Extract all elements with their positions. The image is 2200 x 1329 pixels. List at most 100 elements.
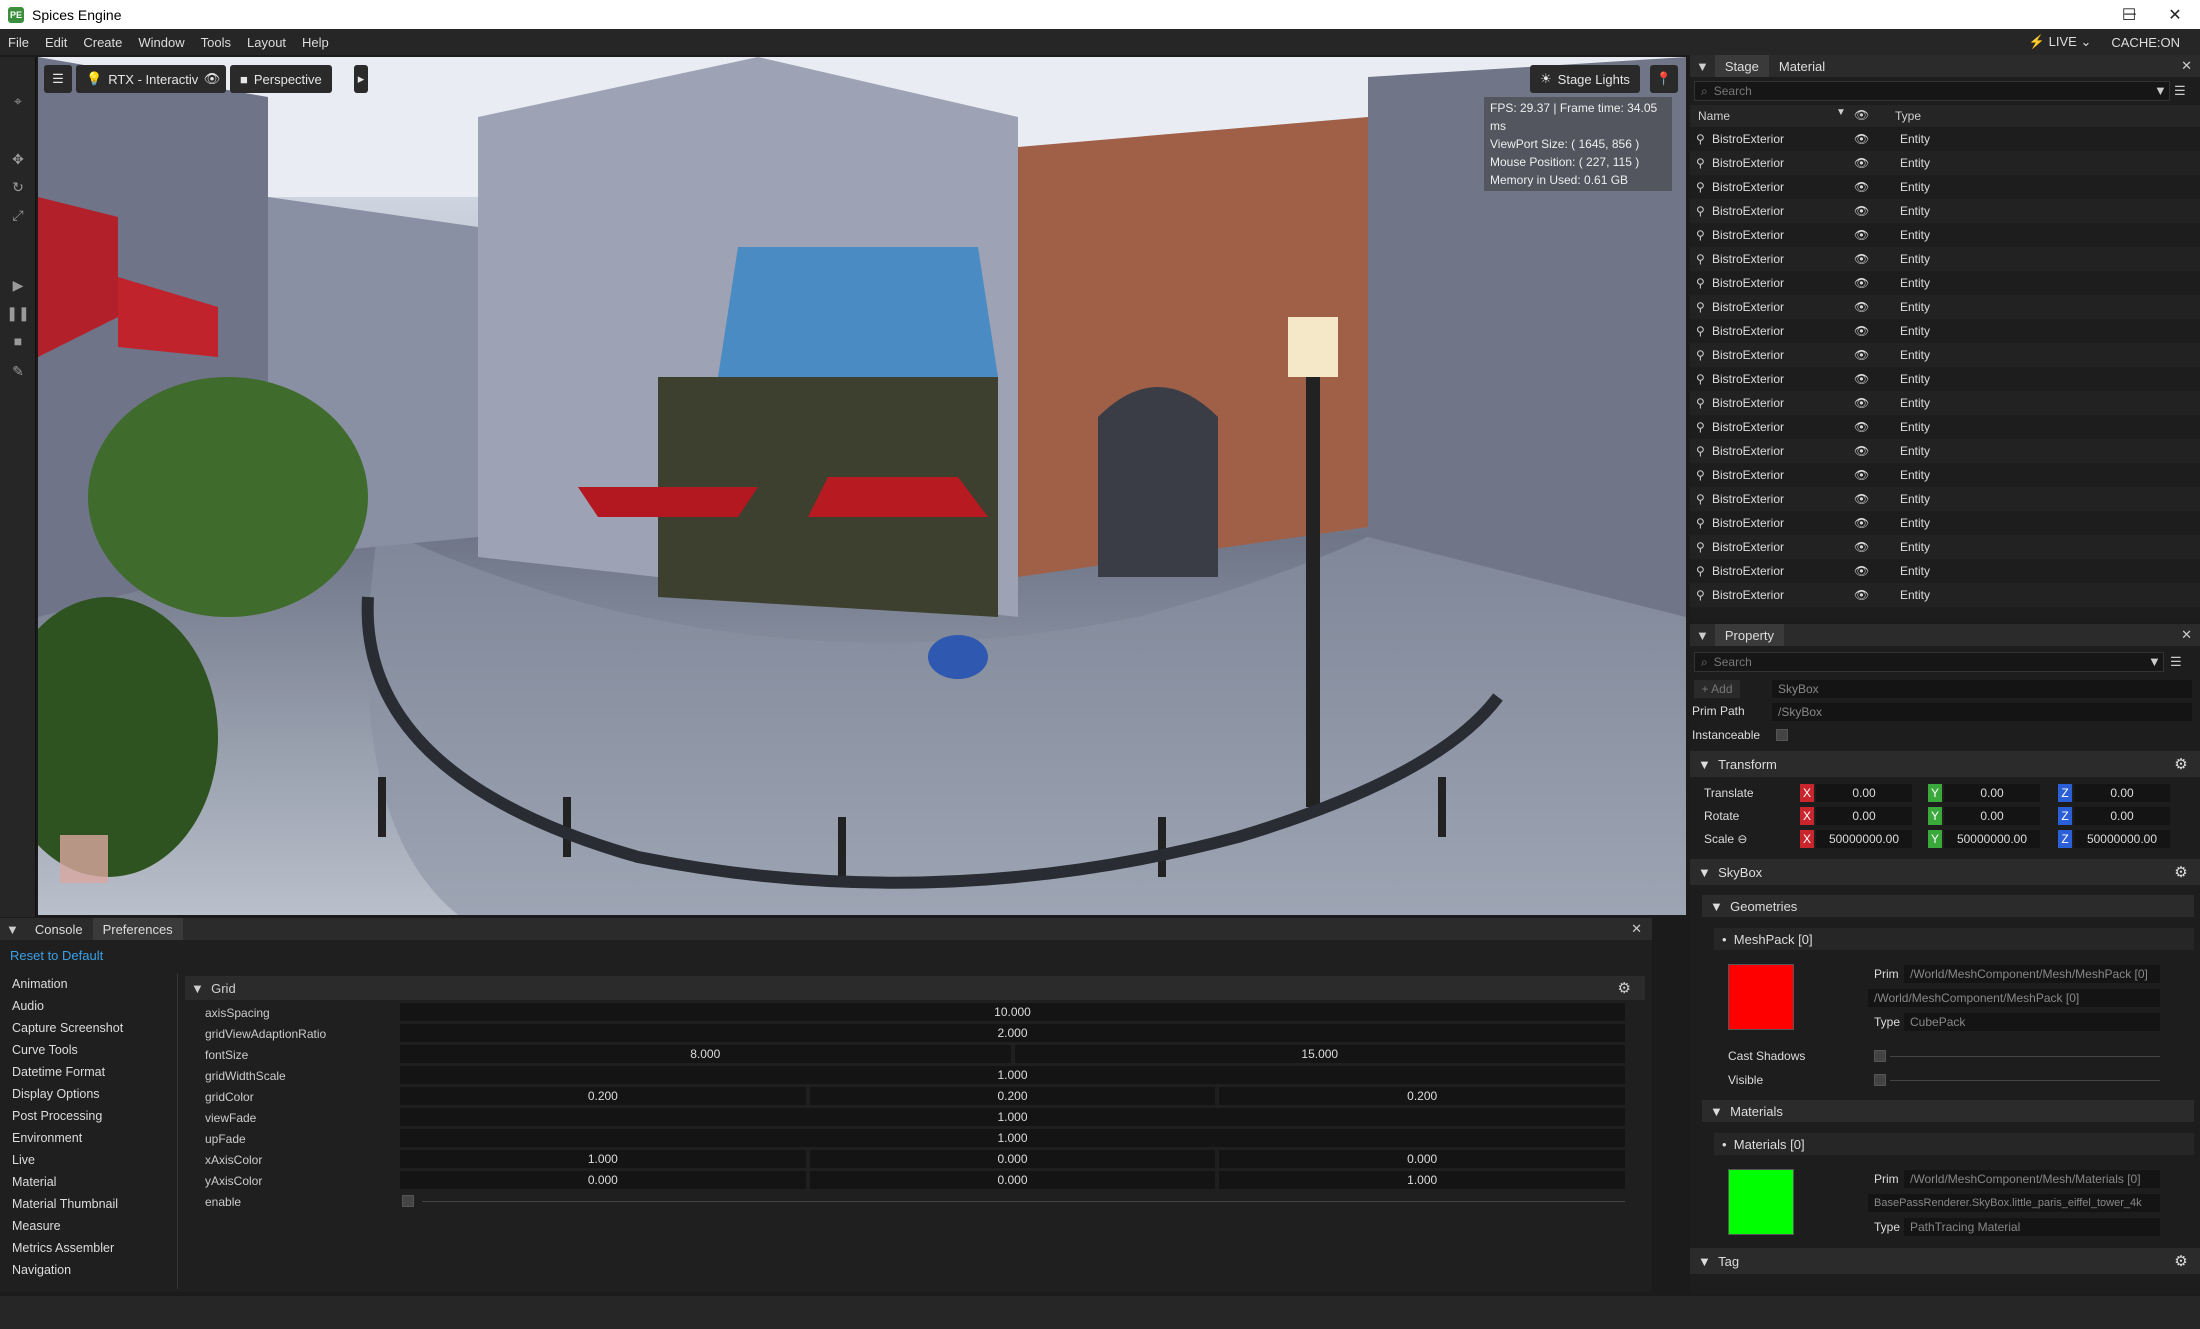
- eye-icon[interactable]: 👁: [1854, 468, 1869, 482]
- material-color-swatch[interactable]: [1728, 1169, 1794, 1235]
- stage-row[interactable]: ⚲ BistroExterior 👁 Entity: [1690, 391, 2200, 415]
- eye-icon[interactable]: 👁: [1854, 588, 1869, 602]
- live-toggle[interactable]: ⚡ LIVE ⌄: [2029, 34, 2092, 50]
- tag-section-header[interactable]: ▼ Tag ⚙: [1690, 1248, 2200, 1274]
- eye-icon[interactable]: 👁: [1854, 516, 1869, 530]
- grid-value-field[interactable]: 0.200: [809, 1087, 1216, 1105]
- eye-icon[interactable]: 👁: [1854, 180, 1869, 194]
- stage-row[interactable]: ⚲ BistroExterior 👁 Entity: [1690, 247, 2200, 271]
- grid-value-field[interactable]: 0.000: [1219, 1150, 1625, 1168]
- preference-category[interactable]: Display Options: [0, 1083, 177, 1105]
- meshpack-header[interactable]: • MeshPack [0]: [1714, 928, 2194, 950]
- grid-value-field[interactable]: 1.000: [400, 1066, 1625, 1084]
- preference-category[interactable]: Audio: [0, 995, 177, 1017]
- stage-row[interactable]: ⚲ BistroExterior 👁 Entity: [1690, 319, 2200, 343]
- eye-icon[interactable]: 👁: [1854, 396, 1869, 410]
- gear-icon[interactable]: ⚙: [1618, 979, 1631, 997]
- grid-value-field[interactable]: 15.000: [1014, 1045, 1625, 1063]
- stage-row[interactable]: ⚲ BistroExterior 👁 Entity: [1690, 415, 2200, 439]
- eye-icon[interactable]: 👁: [1854, 132, 1869, 146]
- transform-z-field[interactable]: 0.00: [2074, 807, 2170, 825]
- grid-value-field[interactable]: 1.000: [400, 1129, 1625, 1147]
- grid-value-field[interactable]: 1.000: [400, 1150, 806, 1168]
- gear-icon[interactable]: ⚙: [2172, 1252, 2190, 1270]
- close-icon[interactable]: ✕: [2181, 58, 2192, 74]
- stage-row[interactable]: ⚲ BistroExterior 👁 Entity: [1690, 583, 2200, 607]
- eye-icon[interactable]: 👁: [1854, 156, 1869, 170]
- preference-category[interactable]: Animation: [0, 973, 177, 995]
- mesh-prim-field-2[interactable]: /World/MeshComponent/MeshPack [0]: [1868, 989, 2160, 1007]
- grid-value-field[interactable]: 10.000: [400, 1003, 1625, 1021]
- collapse-icon[interactable]: ▼: [0, 922, 25, 937]
- entity-name-field[interactable]: SkyBox: [1772, 680, 2192, 698]
- stage-row[interactable]: ⚲ BistroExterior 👁 Entity: [1690, 199, 2200, 223]
- eye-icon[interactable]: 👁: [1854, 492, 1869, 506]
- transform-x-field[interactable]: 0.00: [1816, 807, 1912, 825]
- transform-z-field[interactable]: 0.00: [2074, 784, 2170, 802]
- grid-value-field[interactable]: 8.000: [400, 1045, 1011, 1063]
- transform-x-field[interactable]: 0.00: [1816, 784, 1912, 802]
- preference-category[interactable]: Capture Screenshot: [0, 1017, 177, 1039]
- grid-value-field[interactable]: 0.000: [809, 1171, 1216, 1189]
- render-mode-button[interactable]: 💡 RTX - Interactive: [76, 65, 216, 93]
- rotate-icon[interactable]: ↻: [8, 177, 28, 197]
- grid-value-field[interactable]: 1.000: [1219, 1171, 1625, 1189]
- filter-icon[interactable]: ▼: [2154, 83, 2167, 98]
- eye-icon[interactable]: 👁: [1854, 276, 1869, 290]
- menu-edit[interactable]: Edit: [37, 35, 75, 50]
- stage-row[interactable]: ⚲ BistroExterior 👁 Entity: [1690, 151, 2200, 175]
- materials-section-header[interactable]: ▼ Materials: [1702, 1100, 2194, 1122]
- mesh-type-field[interactable]: CubePack: [1904, 1013, 2160, 1031]
- menu-create[interactable]: Create: [75, 35, 130, 50]
- select-icon[interactable]: ⌖: [8, 91, 28, 111]
- mesh-prim-field[interactable]: /World/MeshComponent/Mesh/MeshPack [0]: [1904, 965, 2160, 983]
- reset-to-default-link[interactable]: Reset to Default: [10, 948, 103, 963]
- stage-row[interactable]: ⚲ BistroExterior 👁 Entity: [1690, 367, 2200, 391]
- scale-icon[interactable]: ⤢: [8, 205, 28, 225]
- close-icon[interactable]: ✕: [1631, 921, 1642, 937]
- eye-icon[interactable]: 👁: [198, 65, 226, 93]
- stop-icon[interactable]: ■: [8, 331, 28, 351]
- enable-checkbox[interactable]: [402, 1195, 414, 1207]
- eye-icon[interactable]: 👁: [1854, 204, 1869, 218]
- eye-icon[interactable]: 👁: [1854, 324, 1869, 338]
- play-icon[interactable]: ▶: [8, 275, 28, 295]
- preference-category[interactable]: Metrics Assembler: [0, 1237, 177, 1259]
- material-type-field[interactable]: PathTracing Material: [1904, 1218, 2160, 1236]
- property-search-input[interactable]: ⌕ Search: [1694, 652, 2164, 672]
- preference-category[interactable]: Navigation: [0, 1259, 177, 1281]
- viewport[interactable]: ☰ 💡 RTX - Interactive 👁 ■ Perspective ▸ …: [38, 57, 1686, 915]
- preference-category[interactable]: Curve Tools: [0, 1039, 177, 1061]
- eye-icon[interactable]: 👁: [1854, 228, 1869, 242]
- geometries-section-header[interactable]: ▼ Geometries: [1702, 895, 2194, 917]
- transform-section-header[interactable]: ▼ Transform ⚙: [1690, 751, 2200, 777]
- skybox-section-header[interactable]: ▼ SkyBox ⚙: [1690, 859, 2200, 885]
- transform-y-field[interactable]: 50000000.00: [1944, 830, 2040, 848]
- grid-value-field[interactable]: 0.000: [400, 1171, 806, 1189]
- eye-icon[interactable]: 👁: [1854, 300, 1869, 314]
- eye-icon[interactable]: 👁: [1854, 444, 1869, 458]
- add-component-button[interactable]: + Add: [1694, 680, 1740, 698]
- gear-icon[interactable]: ⚙: [2172, 863, 2190, 881]
- stage-row[interactable]: ⚲ BistroExterior 👁 Entity: [1690, 271, 2200, 295]
- eye-icon[interactable]: 👁: [1854, 372, 1869, 386]
- menu-help[interactable]: Help: [294, 35, 337, 50]
- stage-row[interactable]: ⚲ BistroExterior 👁 Entity: [1690, 175, 2200, 199]
- brush-icon[interactable]: ✎: [8, 361, 28, 381]
- stage-lights-button[interactable]: ☀ Stage Lights: [1530, 65, 1640, 93]
- menu-window[interactable]: Window: [130, 35, 192, 50]
- preference-category[interactable]: Material: [0, 1171, 177, 1193]
- material-prim-field[interactable]: /World/MeshComponent/Mesh/Materials [0]: [1904, 1170, 2160, 1188]
- eye-icon[interactable]: 👁: [1854, 540, 1869, 554]
- grid-value-field[interactable]: 0.000: [809, 1150, 1216, 1168]
- collapse-icon[interactable]: ▼: [1690, 59, 1715, 74]
- column-type[interactable]: Type: [1895, 109, 1921, 123]
- grid-value-field[interactable]: 2.000: [400, 1024, 1625, 1042]
- sort-arrow-icon[interactable]: ▼: [1836, 107, 1846, 118]
- camera-button[interactable]: ■ Perspective: [230, 65, 332, 93]
- stage-row[interactable]: ⚲ BistroExterior 👁 Entity: [1690, 343, 2200, 367]
- preference-category[interactable]: Measure: [0, 1215, 177, 1237]
- stage-row[interactable]: ⚲ BistroExterior 👁 Entity: [1690, 511, 2200, 535]
- instanceable-checkbox[interactable]: [1776, 729, 1788, 741]
- collapse-icon[interactable]: ▼: [1690, 628, 1715, 643]
